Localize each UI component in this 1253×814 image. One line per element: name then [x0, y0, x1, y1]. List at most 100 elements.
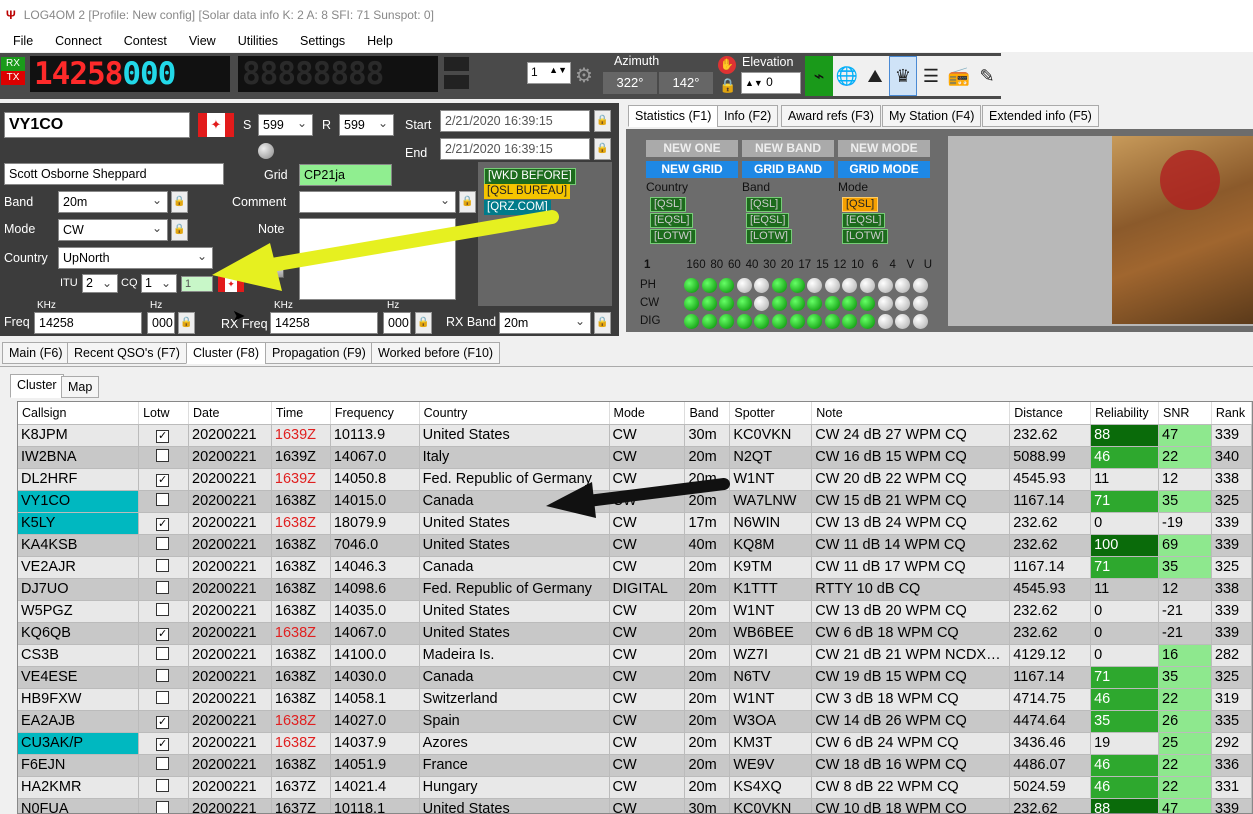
rxfreq-khz-input[interactable]: 14258 — [270, 312, 378, 334]
cluster-row[interactable]: KQ6QB ✓ 20200221 1638Z 14067.0 United States C… — [18, 622, 1252, 645]
gear-icon[interactable]: ⚙ — [575, 63, 593, 88]
lotw-checkbox[interactable] — [156, 690, 170, 704]
band-lock-icon[interactable]: 🔒 — [171, 191, 188, 213]
freq-lock-icon[interactable]: 🔒 — [178, 312, 195, 334]
cluster-row[interactable]: HA2KMR 20200221 1637Z 14021.4 Hungary CW 20m KS… — [18, 776, 1252, 799]
cq-select[interactable]: 1 — [141, 274, 177, 293]
antenna-icon[interactable]: ⛰ — [861, 56, 889, 96]
lotw-checkbox[interactable]: ✓ — [156, 716, 170, 729]
radio-icon[interactable]: 📻 — [945, 56, 973, 96]
cluster-row[interactable]: VE2AJR 20200221 1638Z 14046.3 Canada CW 20m K9T… — [18, 556, 1252, 579]
subtab-map[interactable]: Map — [61, 376, 100, 398]
lotw-checkbox[interactable] — [156, 536, 170, 550]
cluster-row[interactable]: KA4KSB 20200221 1638Z 7046.0 United States CW… — [18, 534, 1252, 557]
column-header-rank[interactable]: Rank — [1211, 402, 1252, 425]
lotw-checkbox[interactable]: ✓ — [156, 474, 170, 487]
start-lock-icon[interactable]: 🔒 — [594, 110, 611, 132]
cluster-row[interactable]: CS3B 20200221 1638Z 14100.0 Madeira Is. CW 20m… — [18, 644, 1252, 667]
lotw-checkbox[interactable] — [156, 558, 170, 572]
lotw-checkbox[interactable] — [156, 602, 170, 616]
column-header-spotter[interactable]: Spotter — [729, 402, 813, 425]
elevation-input[interactable]: ▲▼ 0 — [741, 72, 801, 94]
rxband-lock-icon[interactable]: 🔒 — [594, 312, 611, 334]
pen-icon[interactable]: ✎ — [973, 56, 1001, 96]
cluster-row[interactable]: CU3AK/P ✓ 20200221 1638Z 14037.9 Azores CW 20m K… — [18, 732, 1252, 755]
column-header-country[interactable]: Country — [419, 402, 610, 425]
column-header-callsign[interactable]: Callsign — [18, 402, 140, 425]
menu-contest[interactable]: Contest — [111, 34, 176, 48]
lotw-checkbox[interactable] — [156, 646, 170, 660]
tab-cluster[interactable]: Cluster (F8) — [186, 342, 266, 364]
lotw-checkbox[interactable]: ✓ — [156, 738, 170, 751]
column-header-lotw[interactable]: Lotw — [138, 402, 189, 425]
mode-lock-icon[interactable]: 🔒 — [171, 219, 188, 241]
freq-khz-input[interactable]: 14258 — [34, 312, 142, 334]
cluster-row[interactable]: VE4ESE 20200221 1638Z 14030.0 Canada CW 20m N6T… — [18, 666, 1252, 689]
tab-info[interactable]: Info (F2) — [717, 105, 779, 127]
tab-my-station[interactable]: My Station (F4) — [882, 105, 982, 127]
column-header-distance[interactable]: Distance — [1009, 402, 1092, 425]
lotw-checkbox[interactable] — [156, 778, 170, 792]
menu-help[interactable]: Help — [354, 34, 402, 48]
column-header-frequency[interactable]: Frequency — [330, 402, 420, 425]
column-header-snr[interactable]: SNR — [1158, 402, 1212, 425]
globe-icon[interactable]: 🌐 — [833, 56, 861, 96]
mode-select[interactable]: CW — [58, 219, 168, 241]
cluster-row[interactable]: DJ7UO 20200221 1638Z 14098.6 Fed. Republic o… — [18, 578, 1252, 601]
column-header-band[interactable]: Band — [684, 402, 731, 425]
cluster-row[interactable]: N0FUA 20200221 1637Z 10118.1 United States CW… — [18, 798, 1252, 813]
menu-file[interactable]: File — [0, 34, 42, 48]
lotw-checkbox[interactable]: ✓ — [156, 430, 170, 443]
lotw-checkbox[interactable] — [156, 800, 170, 813]
end-time-input[interactable]: 2/21/2020 16:39:15 — [440, 138, 590, 160]
end-lock-icon[interactable]: 🔒 — [594, 138, 611, 160]
callsign-input[interactable]: VY1CO — [4, 112, 190, 138]
tab-statistics[interactable]: Statistics (F1) — [628, 105, 719, 127]
freq-hz-input[interactable]: 000 — [147, 312, 175, 334]
signal-icon[interactable]: ⌁ — [805, 56, 833, 96]
menu-utilities[interactable]: Utilities — [225, 34, 287, 48]
cluster-row[interactable]: EA2AJB ✓ 20200221 1638Z 14027.0 Spain CW 20m W3O… — [18, 710, 1252, 733]
tab-worked-before[interactable]: Worked before (F10) — [371, 342, 501, 364]
rxfreq-lock-icon[interactable]: 🔒 — [415, 312, 432, 334]
lotw-checkbox[interactable] — [156, 492, 170, 506]
subtab-cluster[interactable]: Cluster — [10, 374, 64, 398]
tab-award-refs[interactable]: Award refs (F3) — [781, 105, 881, 127]
rig-number-spinner[interactable]: 1 ▲▼ — [527, 62, 571, 84]
band-select[interactable]: 20m — [58, 191, 168, 213]
cluster-row[interactable]: W5PGZ 20200221 1638Z 14035.0 United States CW… — [18, 600, 1252, 623]
tab-extended-info[interactable]: Extended info (F5) — [982, 105, 1099, 127]
cluster-row[interactable]: IW2BNA 20200221 1639Z 14067.0 Italy CW 20m N2QT… — [18, 446, 1252, 469]
rst-received-select[interactable]: 599 — [339, 114, 394, 136]
cluster-row[interactable]: K8JPM ✓ 20200221 1639Z 10113.9 United States C… — [18, 424, 1252, 447]
lotw-checkbox[interactable] — [156, 756, 170, 770]
tab-propagation[interactable]: Propagation (F9) — [265, 342, 373, 364]
menu-connect[interactable]: Connect — [42, 34, 111, 48]
server-icon[interactable]: ☰ — [917, 56, 945, 96]
stop-rotator-icon[interactable]: ✋ — [718, 56, 736, 74]
cluster-row[interactable]: F6EJN 20200221 1638Z 14051.9 France CW 20m WE9V… — [18, 754, 1252, 777]
column-header-reliability[interactable]: Reliability — [1090, 402, 1160, 425]
rxfreq-hz-input[interactable]: 000 — [383, 312, 411, 334]
lotw-checkbox[interactable]: ✓ — [156, 518, 170, 531]
rst-sent-select[interactable]: 599 — [258, 114, 313, 136]
menu-settings[interactable]: Settings — [287, 34, 354, 48]
lock-icon[interactable]: 🔒 — [719, 77, 736, 94]
name-input[interactable]: Scott Osborne Sheppard — [4, 163, 224, 185]
column-header-time[interactable]: Time — [271, 402, 331, 425]
rxband-select[interactable]: 20m — [499, 312, 591, 334]
lotw-checkbox[interactable] — [156, 668, 170, 682]
lotw-checkbox[interactable] — [156, 448, 170, 462]
country-select[interactable]: UpNorth — [58, 247, 213, 269]
column-header-note[interactable]: Note — [811, 402, 1011, 425]
tab-main[interactable]: Main (F6) — [2, 342, 70, 364]
grid-input[interactable]: CP21ja — [299, 164, 392, 186]
crown-icon[interactable]: ♛ — [889, 56, 917, 96]
lotw-checkbox[interactable] — [156, 580, 170, 594]
menu-view[interactable]: View — [176, 34, 225, 48]
cluster-row[interactable]: HB9FXW 20200221 1638Z 14058.1 Switzerland CW 2… — [18, 688, 1252, 711]
lotw-checkbox[interactable]: ✓ — [156, 628, 170, 641]
column-header-date[interactable]: Date — [188, 402, 272, 425]
column-header-mode[interactable]: Mode — [609, 402, 686, 425]
itu-select[interactable]: 2 — [82, 274, 118, 293]
